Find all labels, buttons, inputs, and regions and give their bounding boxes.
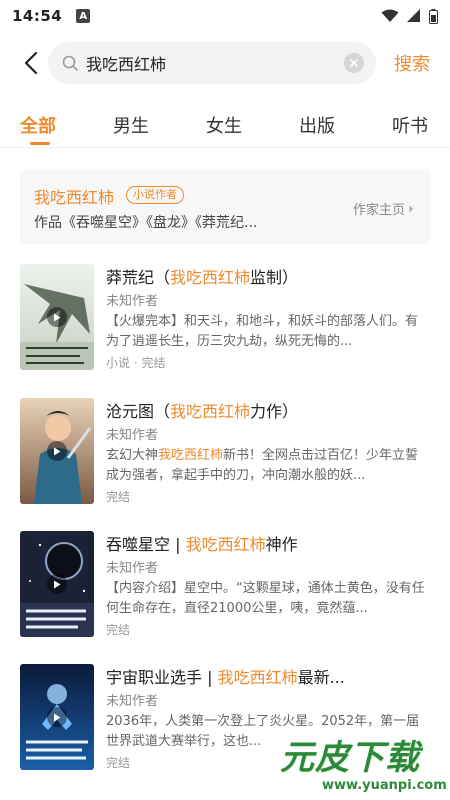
book-item[interactable]: 沧元图（我吃西红柿力作） 未知作者 玄幻大神我吃西红柿新书！全网点击过百亿！少年…: [20, 398, 430, 508]
watermark-url: www.yuanpi.com: [322, 778, 447, 793]
wifi-icon: [381, 9, 399, 22]
author-home-link[interactable]: 作家主页: [353, 199, 414, 218]
chevron-left-icon: [24, 51, 38, 75]
play-icon: [47, 307, 67, 327]
book-cover: [20, 398, 94, 504]
author-home-label: 作家主页: [352, 203, 405, 218]
category-tabs: 全部 男生 女生 出版 听书: [0, 104, 450, 148]
book-meta: 完结: [106, 756, 131, 770]
book-author: 未知作者: [106, 694, 159, 709]
author-works: 作品《吞噬星空》《盘龙》《莽荒纪...: [34, 215, 258, 231]
status-bar: 14:54 A: [0, 0, 450, 32]
author-name: 我吃西红柿: [34, 188, 115, 207]
signal-icon: [407, 9, 420, 22]
book-cover: [20, 264, 94, 370]
watermark-logo: 元皮下载 www.yuanpi.com: [270, 726, 450, 800]
book-author: 未知作者: [106, 561, 159, 576]
search-row: 我吃西红柿 搜索: [0, 40, 450, 86]
notification-icon: A: [76, 9, 91, 23]
book-title: 莽荒纪（我吃西红柿监制）: [106, 268, 299, 287]
tab-audiobook[interactable]: 听书: [392, 112, 428, 138]
status-icons: [381, 8, 438, 24]
tab-all[interactable]: 全部: [20, 112, 56, 138]
tab-female[interactable]: 女生: [206, 112, 242, 138]
play-icon: [47, 574, 67, 594]
play-icon: [47, 707, 67, 727]
search-button[interactable]: 搜索: [394, 50, 430, 76]
chevron-right-icon: [409, 205, 413, 212]
search-input[interactable]: 我吃西红柿: [48, 42, 376, 84]
book-meta: 完结: [106, 623, 131, 637]
book-author: 未知作者: [106, 428, 159, 443]
author-card[interactable]: 我吃西红柿 小说作者 作品《吞噬星空》《盘龙》《莽荒纪... 作家主页: [20, 170, 430, 244]
tab-published[interactable]: 出版: [299, 112, 335, 138]
book-desc: 玄幻大神我吃西红柿新书！全网点击过百亿！少年立誓成为强者，拿起手中的刀，冲向潮水…: [106, 448, 419, 483]
book-meta: 小说 · 完结: [106, 356, 166, 370]
book-title: 吞噬星空 | 我吃西红柿神作: [106, 535, 298, 554]
tab-indicator: [30, 142, 50, 145]
back-button[interactable]: [18, 50, 44, 76]
book-author: 未知作者: [106, 294, 159, 309]
book-item[interactable]: 莽荒纪（我吃西红柿监制） 未知作者 【火爆完本】和天斗，和地斗，和妖斗的部落人们…: [20, 264, 430, 374]
book-meta: 完结: [106, 490, 131, 504]
search-icon: [62, 55, 78, 71]
book-desc: 【火爆完本】和天斗，和地斗，和妖斗的部落人们。有为了逍遥长生，历三灾九劫，纵死无…: [106, 314, 419, 349]
battery-icon: [429, 8, 438, 24]
book-desc: 【内容介绍】星空中。“这颗星球，通体土黄色，没有任何生命存在，直径21000公里…: [106, 581, 425, 616]
status-time: 14:54: [12, 7, 63, 25]
book-title: 沧元图（我吃西红柿力作）: [106, 402, 299, 421]
close-icon: [350, 59, 358, 67]
watermark-text: 元皮下载: [280, 738, 420, 778]
author-tag: 小说作者: [126, 186, 184, 204]
book-title: 宇宙职业选手 | 我吃西红柿最新...: [106, 668, 345, 687]
book-item[interactable]: 吞噬星空 | 我吃西红柿神作 未知作者 【内容介绍】星空中。“这颗星球，通体土黄…: [20, 531, 430, 641]
search-query: 我吃西红柿: [86, 55, 167, 74]
tab-male[interactable]: 男生: [113, 112, 149, 138]
clear-button[interactable]: [344, 53, 364, 73]
book-cover: [20, 531, 94, 637]
play-icon: [47, 441, 67, 461]
book-cover: [20, 664, 94, 770]
